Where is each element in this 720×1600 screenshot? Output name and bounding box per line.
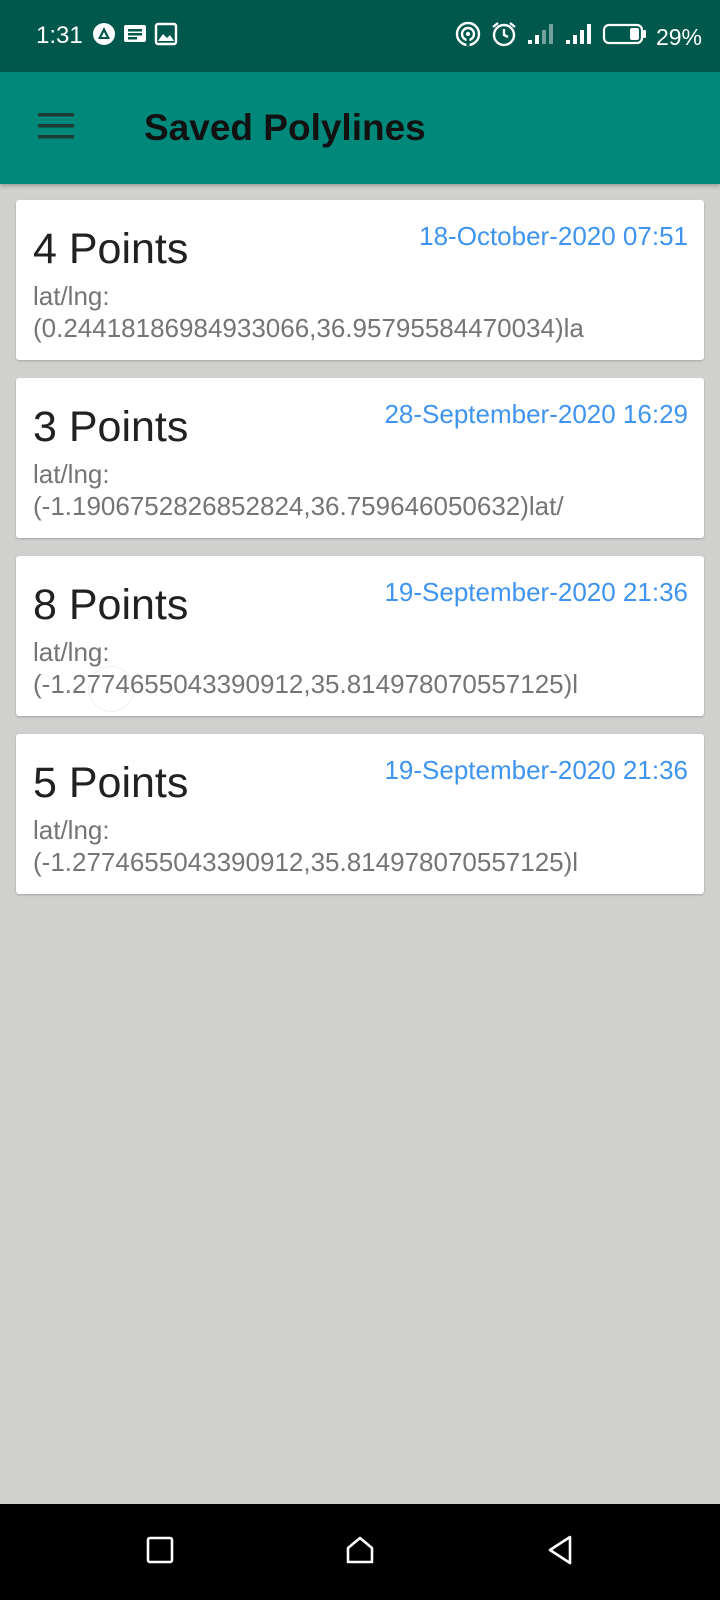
battery-icon: [602, 22, 648, 51]
polyline-points-count: 4 Points: [33, 225, 189, 273]
signal-icon: [564, 22, 594, 51]
lat-lng-label: lat/lng:: [33, 815, 110, 845]
polyline-points-count: 8 Points: [33, 581, 189, 629]
polyline-coordinates: (-1.2774655043390912,35.814978070557125)…: [33, 847, 579, 877]
alarm-icon: [490, 20, 518, 53]
polyline-coordinates: (0.24418186984933066,36.95795584470034)l…: [33, 313, 584, 343]
status-time: 1:31: [36, 22, 83, 49]
polyline-card[interactable]: 3 Points 28-September-2020 16:29 lat/lng…: [16, 378, 704, 538]
lat-lng-label: lat/lng:: [33, 459, 110, 489]
navigation-bar: [0, 1504, 720, 1600]
status-bar: 1:31 29%: [0, 0, 720, 72]
home-icon: [344, 1534, 376, 1571]
polyline-date: 18-October-2020 07:51: [419, 221, 688, 251]
back-icon: [545, 1534, 575, 1571]
polyline-date: 19-September-2020 21:36: [384, 577, 688, 607]
notification-icons: [92, 22, 178, 51]
page-title: Saved Polylines: [144, 107, 426, 148]
polyline-points-count: 3 Points: [33, 403, 189, 451]
home-button[interactable]: [334, 1526, 386, 1578]
menu-button[interactable]: [30, 102, 82, 154]
lat-lng-label: lat/lng:: [33, 281, 110, 311]
back-button[interactable]: [534, 1526, 586, 1578]
message-notification-icon: [122, 22, 148, 51]
polyline-date: 28-September-2020 16:29: [384, 399, 688, 429]
app-bar: Saved Polylines: [0, 72, 720, 184]
image-notification-icon: [154, 22, 178, 51]
signal-icon: [526, 22, 556, 51]
battery-percent: 29%: [655, 23, 702, 50]
polyline-date: 19-September-2020 21:36: [384, 755, 688, 785]
polyline-card[interactable]: 5 Points 19-September-2020 21:36 lat/lng…: [16, 734, 704, 894]
lat-lng-label: lat/lng:: [33, 637, 110, 667]
recents-button[interactable]: [134, 1526, 186, 1578]
hotspot-icon: [454, 20, 482, 53]
app-notification-icon: [92, 22, 116, 51]
polyline-card[interactable]: 8 Points 19-September-2020 21:36 lat/lng…: [16, 556, 704, 716]
polyline-coordinates: (-1.1906752826852824,36.759646050632)lat…: [33, 491, 564, 521]
polyline-card[interactable]: 4 Points 18-October-2020 07:51 lat/lng: …: [16, 200, 704, 360]
system-status-icons: 29%: [454, 20, 702, 53]
touch-ripple: [88, 666, 134, 712]
menu-icon: [36, 111, 76, 146]
recents-icon: [145, 1535, 175, 1570]
polyline-points-count: 5 Points: [33, 759, 189, 807]
polyline-list: 4 Points 18-October-2020 07:51 lat/lng: …: [16, 200, 704, 912]
